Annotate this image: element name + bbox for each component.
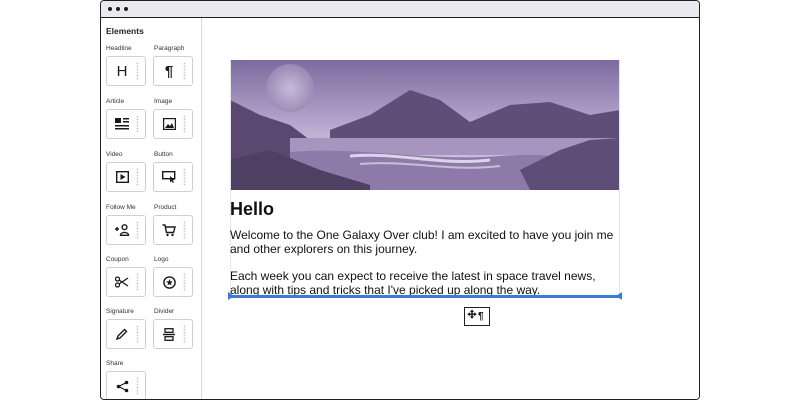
share-icon [107, 372, 137, 399]
element-tile-article[interactable] [106, 109, 146, 139]
drag-handle[interactable] [136, 115, 139, 133]
element-tile-logo[interactable] [153, 267, 193, 297]
drop-indicator [228, 292, 622, 300]
element-label-paragraph: Paragraph [154, 45, 185, 52]
element-tile-signature[interactable] [106, 319, 146, 349]
follow-me-icon [107, 216, 137, 244]
drag-handle[interactable] [183, 273, 186, 291]
element-label-logo: Logo [154, 256, 169, 263]
element-label-article: Article [106, 98, 125, 105]
element-tile-product[interactable] [153, 215, 193, 245]
element-label-product: Product [154, 204, 177, 211]
element-label-signature: Signature [106, 308, 134, 315]
element-tile-coupon[interactable] [106, 267, 146, 297]
video-icon [107, 163, 137, 191]
element-tile-button[interactable] [153, 162, 193, 192]
coupon-icon [107, 268, 137, 296]
element-tile-follow-me[interactable] [106, 215, 146, 245]
element-tile-headline[interactable]: H [106, 56, 146, 86]
elements-sidebar: Elements Headline H Paragraph ¶ Article … [101, 18, 202, 399]
product-icon [154, 216, 184, 244]
drag-handle[interactable] [183, 325, 186, 343]
drop-indicator-cap [616, 292, 622, 300]
element-tile-video[interactable] [106, 162, 146, 192]
element-tile-paragraph[interactable]: ¶ [153, 56, 193, 86]
drag-handle[interactable] [136, 221, 139, 239]
move-cursor-icon [467, 309, 477, 319]
drag-handle[interactable] [136, 168, 139, 186]
element-tile-share[interactable] [106, 371, 146, 399]
element-label-headline: Headline [106, 45, 132, 52]
button-icon [154, 163, 184, 191]
drag-handle[interactable] [183, 62, 186, 80]
window-control-dot[interactable] [116, 7, 120, 11]
email-canvas: Hello Welcome to the One Galaxy Over clu… [202, 18, 699, 399]
element-label-share: Share [106, 360, 124, 367]
divider-icon [154, 320, 184, 348]
element-label-coupon: Coupon [106, 256, 129, 263]
drag-handle[interactable] [183, 221, 186, 239]
element-tile-divider[interactable] [153, 319, 193, 349]
title-bar [101, 1, 699, 18]
dragged-paragraph-ghost[interactable]: ¶ [464, 307, 490, 326]
app-window: Elements Headline H Paragraph ¶ Article … [100, 0, 700, 400]
hero-image[interactable] [230, 60, 620, 190]
headline-icon: H [116, 62, 128, 80]
drag-handle[interactable] [136, 62, 139, 80]
drag-handle[interactable] [183, 168, 186, 186]
element-label-divider: Divider [154, 308, 175, 315]
paragraph-icon: ¶ [478, 311, 484, 322]
drag-handle[interactable] [136, 377, 139, 395]
email-paragraph[interactable]: Each week you can expect to receive the … [230, 269, 622, 297]
window-control-dot[interactable] [108, 7, 112, 11]
email-heading[interactable]: Hello [230, 199, 274, 220]
article-icon [107, 110, 137, 138]
element-tile-image[interactable] [153, 109, 193, 139]
drop-indicator-cap [228, 292, 234, 300]
element-label-image: Image [154, 98, 173, 105]
image-icon [154, 110, 184, 138]
email-paragraph[interactable]: Welcome to the One Galaxy Over club! I a… [230, 228, 622, 256]
signature-icon [107, 320, 137, 348]
drag-handle[interactable] [183, 115, 186, 133]
logo-icon [154, 268, 184, 296]
element-label-follow-me: Follow Me [106, 204, 136, 211]
element-label-video: Video [106, 151, 123, 158]
window-control-dot[interactable] [124, 7, 128, 11]
drag-handle[interactable] [136, 273, 139, 291]
sidebar-title: Elements [106, 26, 144, 36]
paragraph-icon: ¶ [164, 62, 174, 80]
element-label-button: Button [154, 151, 173, 158]
drag-handle[interactable] [136, 325, 139, 343]
